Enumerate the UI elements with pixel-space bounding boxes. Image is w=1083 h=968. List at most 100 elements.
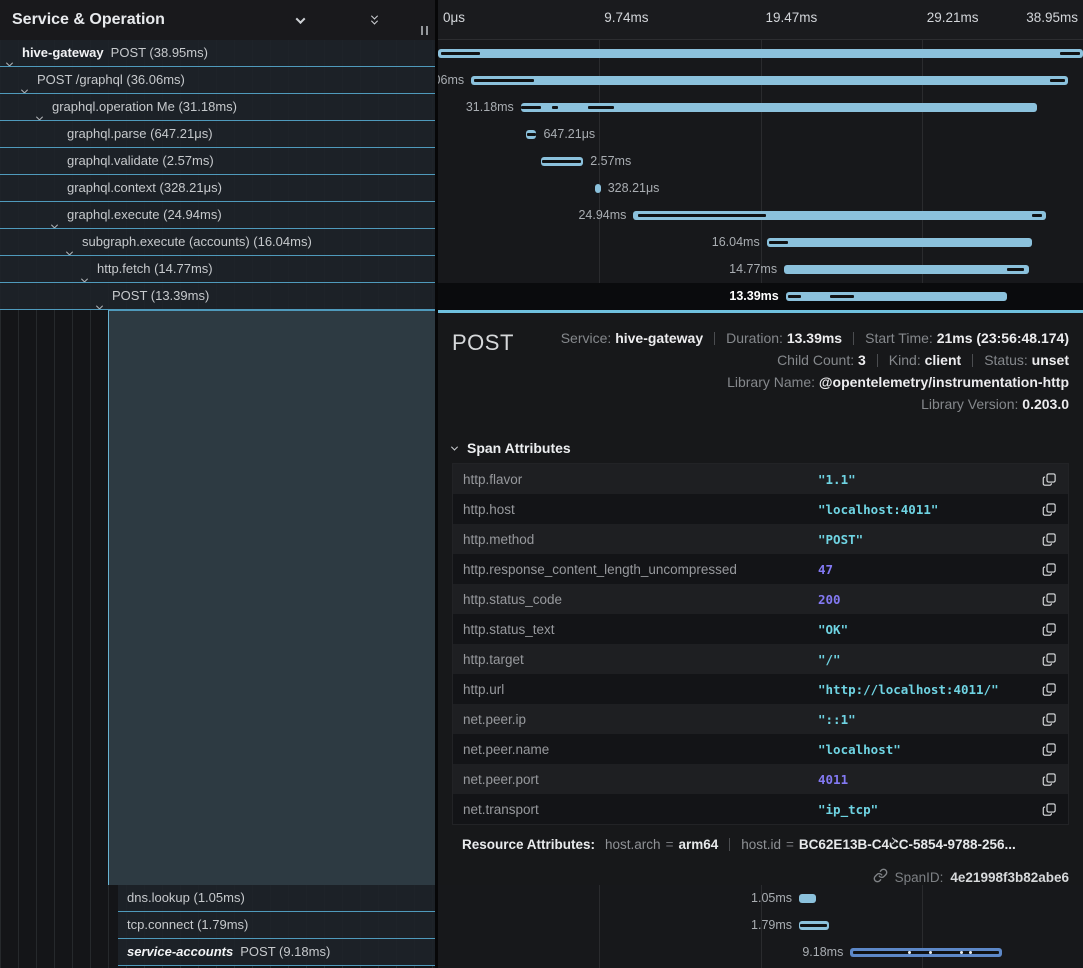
operation-label: graphql.parse (647.21μs) xyxy=(67,126,213,141)
copy-icon[interactable] xyxy=(1040,682,1058,697)
copy-icon[interactable] xyxy=(1040,622,1058,637)
link-icon[interactable] xyxy=(873,868,888,886)
attr-row: http.status_code200 xyxy=(453,584,1068,614)
child-span-marker xyxy=(588,106,614,109)
timeline-row: 1.79ms xyxy=(438,912,1083,939)
duration-label: 14.77ms xyxy=(729,256,777,283)
child-span-marker xyxy=(1032,214,1042,217)
tree-row[interactable]: POST (13.39ms) xyxy=(0,283,435,310)
span-bar[interactable] xyxy=(438,49,1083,58)
ruler-tick: 9.74ms xyxy=(604,10,648,25)
copy-icon[interactable] xyxy=(1040,532,1058,547)
tree-row[interactable]: hive-gatewayPOST (38.95ms) xyxy=(0,40,435,67)
chevron-down-icon[interactable] xyxy=(37,104,42,121)
timeline-row: 16.04ms xyxy=(438,229,1083,256)
timeline-row: 13.39ms xyxy=(438,283,1083,310)
copy-icon[interactable] xyxy=(1040,502,1058,517)
span-detail-title: POST xyxy=(452,330,514,356)
timeline-ruler[interactable]: 0μs9.74ms19.47ms29.21ms38.95ms xyxy=(438,0,1083,40)
duration-label: 36.06ms xyxy=(438,67,464,94)
copy-icon[interactable] xyxy=(1040,742,1058,757)
tree-row[interactable]: graphql.execute (24.94ms) xyxy=(0,202,435,229)
span-bar[interactable] xyxy=(526,130,537,139)
child-span-marker xyxy=(769,241,788,244)
chevron-down-icon[interactable] xyxy=(67,239,72,256)
panel-divider[interactable] xyxy=(435,0,438,968)
copy-icon[interactable] xyxy=(1040,592,1058,607)
tree-row[interactable]: POST /graphql (36.06ms) xyxy=(0,67,435,94)
meta-separator xyxy=(972,354,973,367)
meta-label: Duration: xyxy=(726,330,787,346)
child-span-marker xyxy=(638,214,766,217)
span-bar[interactable] xyxy=(799,921,829,930)
timeline-row: 2.57ms xyxy=(438,148,1083,175)
tree-row[interactable]: tcp.connect (1.79ms) xyxy=(118,912,435,939)
tree-row[interactable]: graphql.context (328.21μs) xyxy=(0,175,435,202)
child-span-marker xyxy=(542,160,581,163)
copy-icon[interactable] xyxy=(1040,472,1058,487)
column-resizer-grip[interactable] xyxy=(421,26,428,35)
duration-label: 16.04ms xyxy=(712,229,760,256)
copy-icon[interactable] xyxy=(1040,772,1058,787)
ruler-tick: 38.95ms xyxy=(1026,10,1078,25)
chevron-down-icon[interactable] xyxy=(22,77,27,94)
attr-row: net.peer.ip"::1" xyxy=(453,704,1068,734)
span-detail-panel: POST Service: hive-gatewayDuration: 13.3… xyxy=(438,310,1083,885)
copy-icon[interactable] xyxy=(1040,802,1058,817)
meta-separator xyxy=(853,332,854,345)
chevron-down-icon[interactable] xyxy=(82,266,87,283)
chevron-down-icon[interactable] xyxy=(52,212,57,229)
span-tree-rows-bottom: dns.lookup (1.05ms) tcp.connect (1.79ms) s… xyxy=(118,885,435,966)
duration-label: 31.18ms xyxy=(466,94,514,121)
span-attributes-header[interactable]: Span Attributes xyxy=(452,438,571,456)
span-detail-meta: Service: hive-gatewayDuration: 13.39msSt… xyxy=(538,327,1069,415)
timeline-row: 328.21μs xyxy=(438,175,1083,202)
expand-one-icon[interactable] xyxy=(329,12,345,28)
attr-value: "POST" xyxy=(818,532,1040,547)
duration-label: 9.18ms xyxy=(802,939,843,966)
copy-icon[interactable] xyxy=(1040,562,1058,577)
attr-key: http.target xyxy=(463,652,818,667)
child-span-marker xyxy=(521,106,542,109)
resource-attributes-label[interactable]: Resource Attributes: xyxy=(462,837,595,852)
span-bar[interactable] xyxy=(633,211,1046,220)
span-bar[interactable] xyxy=(786,292,1008,301)
tree-header: Service & Operation xyxy=(0,0,435,40)
child-span-marker xyxy=(441,52,480,55)
resource-equals: = xyxy=(786,837,794,852)
expand-all-icon[interactable] xyxy=(403,12,419,28)
collapse-all-icon[interactable] xyxy=(366,12,382,28)
child-span-dot xyxy=(969,951,972,954)
chevron-down-icon[interactable] xyxy=(97,293,102,310)
span-bar[interactable] xyxy=(767,238,1033,247)
tree-row[interactable]: graphql.validate (2.57ms) xyxy=(0,148,435,175)
copy-icon[interactable] xyxy=(1040,712,1058,727)
tree-row[interactable]: graphql.operation Me (31.18ms) xyxy=(0,94,435,121)
tree-row[interactable]: service-accountsPOST (9.18ms) xyxy=(118,939,435,966)
tree-row[interactable]: subgraph.execute (accounts) (16.04ms) xyxy=(0,229,435,256)
tree-row[interactable]: dns.lookup (1.05ms) xyxy=(118,885,435,912)
attr-value: 47 xyxy=(818,562,1040,577)
meta-label: Library Version: xyxy=(921,396,1022,412)
copy-icon[interactable] xyxy=(1040,652,1058,667)
span-id-label: SpanID: xyxy=(895,870,944,885)
span-meta-line: Child Count: 3Kind: clientStatus: unset xyxy=(538,349,1069,371)
span-bar[interactable] xyxy=(595,184,600,193)
attr-value: "/" xyxy=(818,652,1040,667)
span-bar[interactable] xyxy=(541,157,584,166)
resource-attributes-pairs: host.arch=arm64host.id=BC62E13B-C4CC-585… xyxy=(605,837,1016,852)
attr-value: "::1" xyxy=(818,712,1040,727)
span-bar[interactable] xyxy=(784,265,1029,274)
span-bar[interactable] xyxy=(850,948,1002,957)
span-bar[interactable] xyxy=(471,76,1068,85)
meta-value: hive-gateway xyxy=(615,330,703,346)
attr-key: net.peer.ip xyxy=(463,712,818,727)
tree-row[interactable]: graphql.parse (647.21μs) xyxy=(0,121,435,148)
span-bar[interactable] xyxy=(521,103,1037,112)
collapse-one-icon[interactable] xyxy=(292,12,308,28)
tree-row[interactable]: http.fetch (14.77ms) xyxy=(0,256,435,283)
operation-label: tcp.connect (1.79ms) xyxy=(127,917,248,932)
duration-label: 2.57ms xyxy=(590,148,631,175)
chevron-down-icon[interactable] xyxy=(7,50,12,67)
span-bar[interactable] xyxy=(799,894,816,903)
